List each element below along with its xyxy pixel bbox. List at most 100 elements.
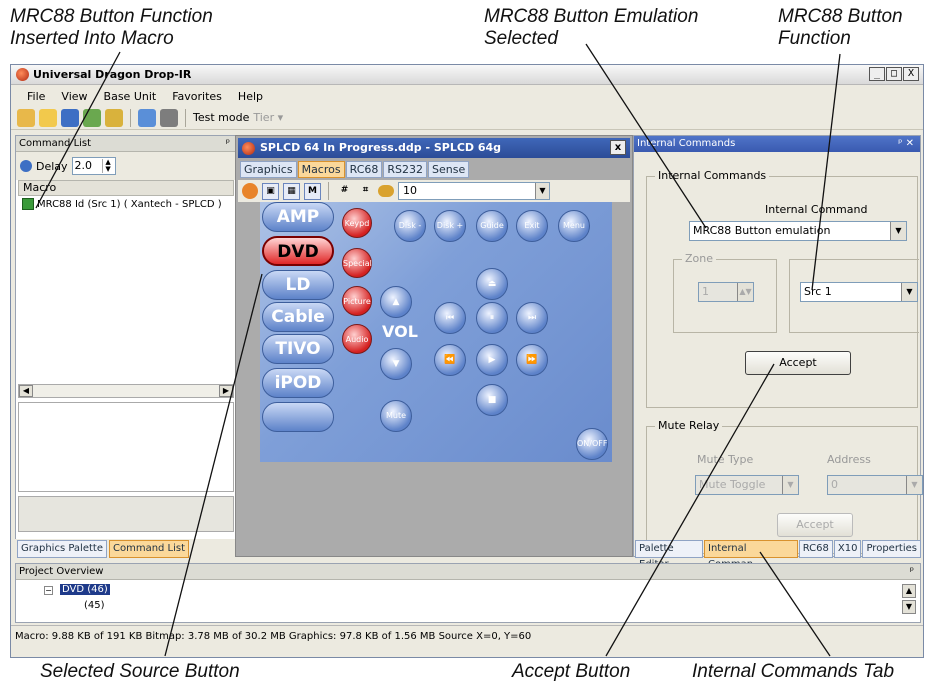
tab-internal-commands[interactable]: Internal Comman... <box>704 540 798 570</box>
callout-internal-commands-tab: Internal Commands Tab <box>692 661 895 682</box>
source-button-tivo[interactable]: TIVO <box>262 334 334 364</box>
remote-canvas[interactable]: AMP DVD LD Cable TIVO iPOD Keypd Special… <box>260 202 612 462</box>
source-button-ld[interactable]: LD <box>262 270 334 300</box>
guide-button[interactable]: Guide <box>476 210 508 242</box>
menu-bar: File View Base Unit Favorites Help <box>11 86 923 106</box>
tab-rc68[interactable]: RC68 <box>798 540 833 558</box>
tier-dropdown[interactable]: Tier ▾ <box>253 111 283 124</box>
source-button-dvd[interactable]: DVD <box>262 236 334 266</box>
tab-graphics[interactable]: Graphics <box>240 161 297 178</box>
internal-commands-panel: Internal Commands ᵖ ✕ Internal Commands … <box>633 135 923 557</box>
macro-column-header[interactable]: Macro <box>18 180 234 196</box>
import-icon[interactable] <box>105 108 123 127</box>
menu-file[interactable]: File <box>27 90 45 103</box>
volume-up-icon[interactable]: ▲ <box>380 286 412 318</box>
source-button-ipod[interactable]: iPOD <box>262 368 334 398</box>
pin-icon[interactable]: ᵖ <box>226 136 230 152</box>
skip-back-icon[interactable]: ⏮ <box>434 302 466 334</box>
scroll-up-icon[interactable]: ▲ <box>902 584 916 598</box>
minimize-button[interactable]: _ <box>869 67 885 81</box>
tab-sense[interactable]: Sense <box>428 161 470 178</box>
volume-down-icon[interactable]: ▼ <box>380 348 412 380</box>
source-button-cable[interactable]: Cable <box>262 302 334 332</box>
pin-close-icons[interactable]: ᵖ ✕ <box>898 136 914 152</box>
stepper-arrows-icon[interactable]: ▲ ▼ <box>101 159 114 173</box>
collapse-icon[interactable]: − <box>44 586 53 595</box>
document-close-button[interactable]: x <box>610 140 626 155</box>
grid-select-icon[interactable]: ▦ <box>283 182 300 200</box>
chevron-down-icon[interactable]: ▼ <box>901 283 917 301</box>
keypad-button[interactable]: Keypd <box>342 208 372 238</box>
tab-macros[interactable]: Macros <box>297 161 345 178</box>
menu-button[interactable]: Menu <box>558 210 590 242</box>
maximize-button[interactable]: □ <box>886 67 902 81</box>
save-icon[interactable] <box>61 108 79 127</box>
delay-stepper[interactable]: 2.0 ▲ ▼ <box>71 157 116 175</box>
power-button[interactable]: ON/OFF <box>576 428 608 460</box>
new-file-icon[interactable] <box>17 108 35 127</box>
macro-mode-button[interactable]: M <box>304 182 321 200</box>
status-area <box>18 496 234 532</box>
open-folder-icon[interactable] <box>39 108 57 127</box>
tab-x10[interactable]: X10 <box>833 540 862 558</box>
play-icon[interactable]: ▶ <box>476 344 508 376</box>
close-button[interactable]: X <box>903 67 919 81</box>
horizontal-scrollbar[interactable]: ◀ ▶ <box>18 384 234 398</box>
picture-button[interactable]: Picture <box>342 286 372 316</box>
source-select[interactable]: Src 1 ▼ <box>800 282 918 302</box>
tab-rc68[interactable]: RC68 <box>345 161 383 178</box>
special-button[interactable]: Special <box>342 248 372 278</box>
callout-line: MRC88 Button <box>778 6 903 27</box>
menu-help[interactable]: Help <box>238 90 263 103</box>
eye-icon[interactable] <box>378 185 394 197</box>
pause-icon[interactable]: ⏸ <box>476 302 508 334</box>
tab-properties[interactable]: Properties <box>862 540 921 558</box>
home-icon[interactable] <box>242 183 258 199</box>
status-bar: Macro: 9.88 KB of 191 KB Bitmap: 3.78 MB… <box>11 625 923 647</box>
skip-forward-icon[interactable]: ⏭ <box>516 302 548 334</box>
source-button-blank[interactable] <box>262 402 334 432</box>
pin-icon[interactable]: ᵖ <box>910 564 914 580</box>
tab-palette-editor[interactable]: Palette Editor <box>635 540 703 570</box>
menu-base-unit[interactable]: Base Unit <box>104 90 157 103</box>
tree-node-child[interactable]: (45) <box>84 600 105 611</box>
delay-value: 2.0 <box>74 159 93 172</box>
disk-plus-button[interactable]: Disk + <box>434 210 466 242</box>
audio-button[interactable]: Audio <box>342 324 372 354</box>
chevron-down-icon[interactable]: ▼ <box>535 183 549 199</box>
internal-command-select[interactable]: MRC88 Button emulation ▼ <box>689 221 907 241</box>
list-item[interactable]: MRC88 Id (Src 1) ( Xantech - SPLCD ) <box>16 198 236 210</box>
grid-icon[interactable]: # <box>336 183 353 200</box>
rewind-icon[interactable]: ⏪ <box>434 344 466 376</box>
tab-rs232[interactable]: RS232 <box>383 161 428 178</box>
scroll-left-icon[interactable]: ◀ <box>19 385 33 397</box>
zoom-select[interactable]: 10 ▼ <box>398 182 550 200</box>
test-mode-button[interactable]: Test mode <box>193 111 249 124</box>
tab-command-list[interactable]: Command List <box>108 540 190 558</box>
tree-node-dvd[interactable]: DVD (46) <box>60 584 110 595</box>
list-icon[interactable] <box>160 108 178 127</box>
transfer-icon[interactable] <box>138 108 156 127</box>
accept-button[interactable]: Accept <box>745 351 851 375</box>
stop-icon[interactable]: ■ <box>476 384 508 416</box>
chevron-down-icon[interactable]: ▼ <box>890 222 906 240</box>
menu-favorites[interactable]: Favorites <box>172 90 222 103</box>
app-logo-icon <box>16 68 29 81</box>
lock-icon[interactable]: ▣ <box>262 182 279 200</box>
eject-icon[interactable]: ⏏ <box>476 268 508 300</box>
disk-minus-button[interactable]: Disk - <box>394 210 426 242</box>
snap-icon[interactable]: ⌗ <box>357 183 374 200</box>
document-background <box>238 466 630 554</box>
export-icon[interactable] <box>83 108 101 127</box>
window-controls: _ □ X <box>869 67 919 81</box>
volume-label: VOL <box>382 322 418 341</box>
scroll-down-icon[interactable]: ▼ <box>902 600 916 614</box>
fast-forward-icon[interactable]: ⏩ <box>516 344 548 376</box>
tab-graphics-palette[interactable]: Graphics Palette <box>17 540 107 558</box>
scroll-right-icon[interactable]: ▶ <box>219 385 233 397</box>
source-button-amp[interactable]: AMP <box>262 202 334 232</box>
exit-button[interactable]: Exit <box>516 210 548 242</box>
mute-button[interactable]: Mute <box>380 400 412 432</box>
internal-command-value: MRC88 Button emulation <box>693 224 831 237</box>
menu-view[interactable]: View <box>61 90 87 103</box>
